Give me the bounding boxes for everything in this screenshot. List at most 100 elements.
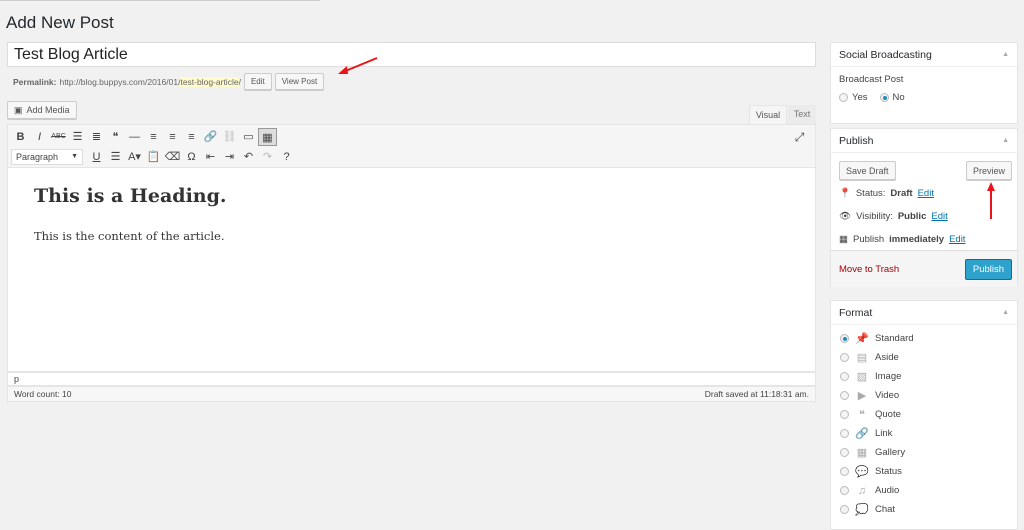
undo-icon[interactable]: ↶ (239, 148, 258, 166)
justify-icon[interactable]: ☰ (106, 148, 125, 166)
help-icon[interactable]: ? (277, 148, 296, 166)
format-option-image[interactable]: ▨ Image (831, 367, 1017, 386)
radio-no[interactable] (879, 93, 889, 102)
indent-icon[interactable]: ⇥ (220, 148, 239, 166)
publish-button[interactable]: Publish (965, 259, 1012, 280)
draft-saved-status: Draft saved at 11:18:31 am. (704, 389, 809, 399)
radio[interactable] (840, 448, 849, 457)
format-option-status[interactable]: 💬 Status (831, 462, 1017, 481)
outdent-icon[interactable]: ⇤ (201, 148, 220, 166)
insert-link-icon[interactable]: 🔗 (201, 128, 220, 146)
radio[interactable] (840, 505, 849, 514)
clear-formatting-icon[interactable]: ⌫ (163, 148, 182, 166)
format-label: Chat (875, 504, 896, 515)
add-media-button[interactable]: ▣ Add Media (7, 101, 77, 119)
bulleted-list-icon[interactable]: ☰ (68, 128, 87, 146)
divider (0, 0, 320, 1)
format-label: Standard (875, 333, 914, 344)
radio[interactable] (840, 429, 849, 438)
permalink-slug: test-blog-article (180, 76, 239, 87)
format-label: Audio (875, 485, 900, 496)
fullscreen-icon[interactable]: ⤢ (790, 128, 809, 146)
content-paragraph: This is the content of the article. (34, 229, 225, 243)
edit-schedule-link[interactable]: Edit (949, 234, 965, 245)
blockquote-icon[interactable]: ❝ (106, 128, 125, 146)
format-label: Gallery (875, 447, 906, 458)
radio[interactable] (840, 391, 849, 400)
format-label: Video (875, 390, 900, 401)
collapse-icon: ▲ (1002, 137, 1009, 144)
save-draft-button[interactable]: Save Draft (839, 161, 896, 180)
box-header[interactable]: Social Broadcasting ▲ (831, 43, 1017, 67)
italic-icon[interactable]: I (30, 128, 49, 146)
chat-icon: 💭 (855, 504, 869, 516)
bold-icon[interactable]: B (11, 128, 30, 146)
align-right-icon[interactable]: ≡ (182, 128, 201, 146)
gallery-icon: ▦ (856, 447, 868, 459)
quote-icon: ❝ (859, 409, 865, 421)
radio-yes[interactable] (839, 93, 848, 102)
radio[interactable] (840, 410, 849, 419)
radio[interactable] (840, 353, 849, 362)
eye-icon: 👁 (839, 211, 852, 222)
radio[interactable] (840, 372, 849, 381)
link-icon: 🔗 (855, 428, 869, 440)
format-option-audio[interactable]: ♫ Audio (831, 481, 1017, 500)
unlink-icon[interactable]: ⛓ (220, 128, 239, 146)
publish-box: Publish ▲ Save Draft Preview 📍 Status: Draf… (830, 128, 1018, 287)
redo-icon[interactable]: ↷ (258, 148, 277, 166)
tab-visual[interactable]: Visual (749, 105, 787, 124)
format-option-aside[interactable]: ▤ Aside (831, 348, 1017, 367)
format-option-gallery[interactable]: ▦ Gallery (831, 443, 1017, 462)
element-path[interactable]: p (7, 372, 816, 386)
numbered-list-icon[interactable]: ≣ (87, 128, 106, 146)
underline-icon[interactable]: U (87, 148, 106, 166)
page-title: Add New Post (6, 13, 114, 32)
format-label: Link (875, 428, 893, 439)
preview-button[interactable]: Preview (966, 161, 1012, 180)
edit-visibility-link[interactable]: Edit (931, 211, 947, 222)
image-icon: ▨ (856, 371, 868, 383)
annotation-arrow (987, 182, 995, 219)
edit-status-link[interactable]: Edit (918, 188, 934, 199)
editor-statusbar: Word count: 10 Draft saved at 11:18:31 a… (7, 386, 816, 402)
toolbar-toggle-icon[interactable]: ▦ (258, 128, 277, 146)
format-option-chat[interactable]: 💭 Chat (831, 500, 1017, 519)
edit-permalink-button[interactable]: Edit (243, 73, 272, 90)
horizontal-line-icon[interactable]: — (125, 128, 144, 146)
format-option-quote[interactable]: ❝ Quote (831, 405, 1017, 424)
tab-text[interactable]: Text (788, 105, 816, 124)
format-option-video[interactable]: ▶ Video (831, 386, 1017, 405)
paste-as-text-icon[interactable]: 📋 (144, 148, 163, 166)
calendar-icon: ▦ (839, 234, 848, 245)
post-title-input[interactable] (7, 42, 816, 67)
media-icon: ▣ (14, 104, 23, 115)
align-left-icon[interactable]: ≡ (144, 128, 163, 146)
special-character-icon[interactable]: Ω (182, 148, 201, 166)
read-more-icon[interactable]: ▭ (239, 128, 258, 146)
content-heading: This is a Heading. (34, 185, 227, 207)
align-center-icon[interactable]: ≡ (163, 128, 182, 146)
permalink: Permalink: http://blog.buppys.com/2016/0… (13, 73, 325, 90)
word-count: Word count: 10 (14, 389, 72, 399)
box-header[interactable]: Publish ▲ (831, 129, 1017, 153)
chevron-down-icon: ▼ (71, 153, 78, 160)
radio[interactable] (840, 486, 849, 495)
radio[interactable] (840, 334, 849, 343)
text-color-icon[interactable]: A▾ (125, 148, 144, 166)
editor-content[interactable]: This is a Heading. This is the content o… (7, 168, 816, 372)
audio-icon: ♫ (857, 484, 867, 497)
format-option-link[interactable]: 🔗 Link (831, 424, 1017, 443)
format-label: Image (875, 371, 902, 382)
move-to-trash-link[interactable]: Move to Trash (839, 264, 899, 275)
view-post-button[interactable]: View Post (274, 73, 325, 90)
video-icon: ▶ (857, 390, 867, 402)
box-header[interactable]: Format ▲ (831, 301, 1017, 325)
permalink-url[interactable]: http://blog.buppys.com/2016/01/test-blog… (59, 76, 241, 87)
format-label: Aside (875, 352, 899, 363)
strikethrough-icon[interactable]: ABC (49, 128, 68, 146)
radio[interactable] (840, 467, 849, 476)
format-option-standard[interactable]: 📌 Standard (831, 329, 1017, 348)
format-select[interactable]: Paragraph ▼ (11, 149, 83, 165)
aside-icon: ▤ (856, 352, 868, 364)
